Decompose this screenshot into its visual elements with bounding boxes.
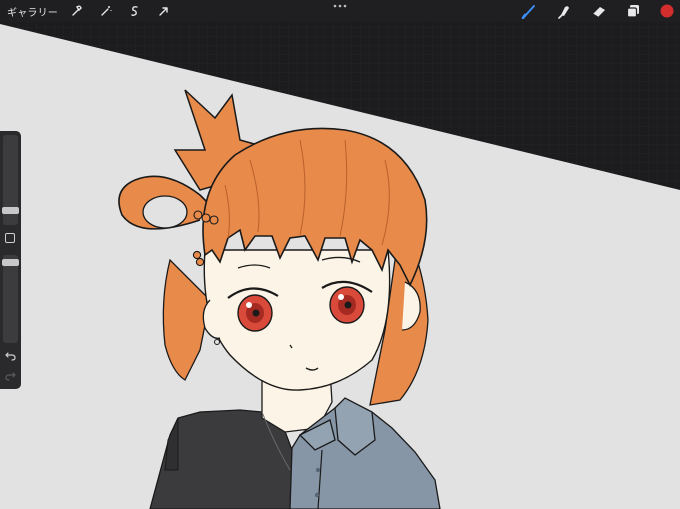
opacity-slider[interactable]	[2, 255, 19, 343]
redo-icon[interactable]	[3, 369, 18, 383]
modify-button[interactable]	[5, 233, 15, 243]
top-toolbar: ギャラリー	[0, 0, 680, 22]
more-options-icon[interactable]	[330, 0, 350, 12]
brush-size-slider[interactable]	[2, 135, 19, 225]
gallery-button[interactable]: ギャラリー	[7, 4, 58, 19]
undo-icon[interactable]	[3, 349, 18, 363]
opacity-thumb[interactable]	[2, 259, 19, 266]
left-sidebar	[0, 131, 21, 389]
eraser-icon[interactable]	[586, 0, 612, 22]
magic-wand-icon[interactable]	[95, 0, 117, 22]
transform-arrow-icon[interactable]	[153, 0, 175, 22]
drawing-canvas[interactable]	[0, 0, 680, 509]
smudge-icon[interactable]	[551, 0, 577, 22]
procreate-app: ギャラリー	[0, 0, 680, 509]
brush-icon[interactable]	[516, 0, 542, 22]
color-swatch[interactable]	[654, 0, 680, 22]
brush-size-thumb[interactable]	[2, 207, 19, 214]
wrench-icon[interactable]	[66, 0, 88, 22]
selection-icon[interactable]	[124, 0, 146, 22]
layers-icon[interactable]	[620, 0, 646, 22]
